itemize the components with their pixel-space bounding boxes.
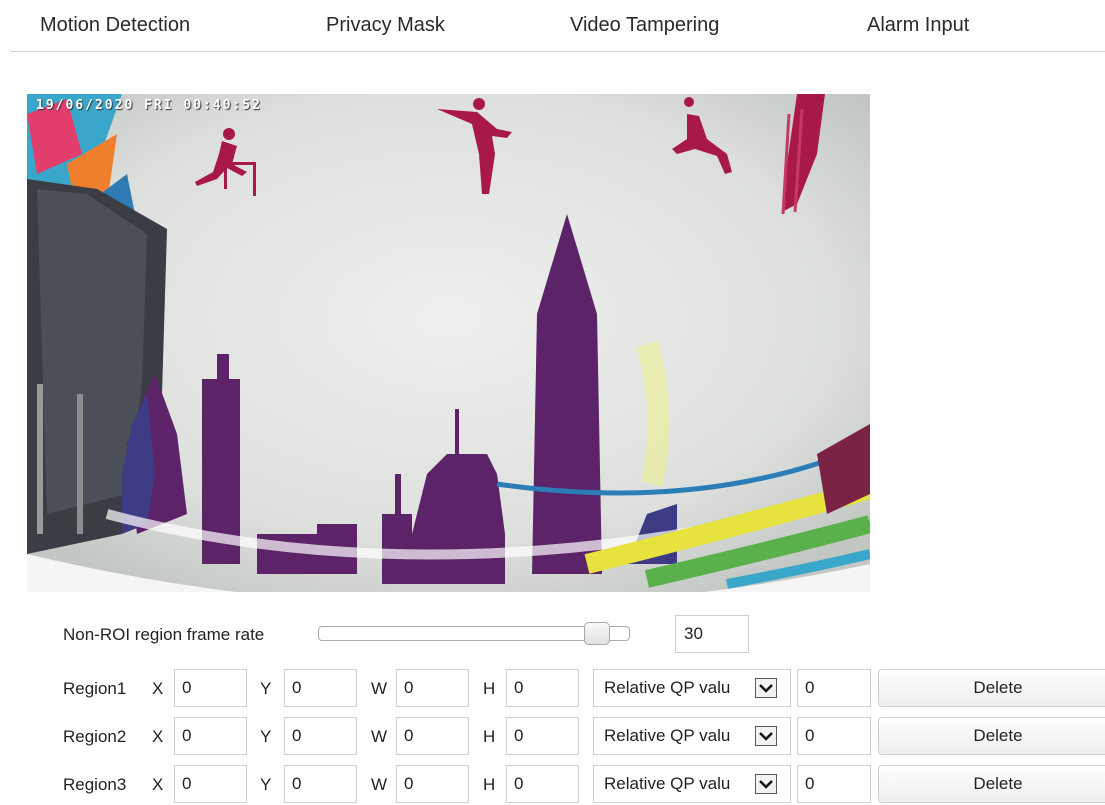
- region-x-input[interactable]: 0: [174, 765, 247, 803]
- h-label: H: [483, 727, 496, 746]
- tab-divider: [10, 51, 1105, 52]
- region-row: Region2 X 0 Y 0 W 0 H 0 Relative QP valu…: [0, 717, 1105, 757]
- qp-value-input[interactable]: 0: [797, 765, 871, 803]
- frame-rate-value[interactable]: 30: [675, 615, 749, 653]
- delete-button[interactable]: Delete: [878, 717, 1105, 755]
- region-w-input[interactable]: 0: [396, 669, 469, 707]
- region-h-input[interactable]: 0: [506, 765, 579, 803]
- region-row: Region3 X 0 Y 0 W 0 H 0 Relative QP valu…: [0, 765, 1105, 805]
- region-row: Region1 X 0 Y 0 W 0 H 0 Relative QP valu…: [0, 669, 1105, 709]
- tab-video-tampering[interactable]: Video Tampering: [570, 14, 719, 37]
- video-timestamp-overlay: 19/06/2020 FRI 00:40:52: [36, 98, 263, 113]
- region-y-input[interactable]: 0: [284, 717, 357, 755]
- w-label: W: [371, 679, 388, 698]
- h-label: H: [483, 679, 496, 698]
- region-h-input[interactable]: 0: [506, 669, 579, 707]
- tab-alarm-input[interactable]: Alarm Input: [867, 14, 969, 37]
- delete-button[interactable]: Delete: [878, 669, 1105, 707]
- x-label: X: [152, 727, 164, 746]
- region-y-input[interactable]: 0: [284, 669, 357, 707]
- w-label: W: [371, 775, 388, 794]
- region-h-input[interactable]: 0: [506, 717, 579, 755]
- region-x-input[interactable]: 0: [174, 669, 247, 707]
- frame-rate-slider[interactable]: [318, 622, 634, 645]
- qp-value-input[interactable]: 0: [797, 717, 871, 755]
- h-label: H: [483, 775, 496, 794]
- qp-mode-select[interactable]: Relative QP valu: [593, 717, 791, 755]
- qp-mode-select[interactable]: Relative QP valu: [593, 669, 791, 707]
- qp-mode-value: Relative QP valu: [604, 678, 731, 697]
- tab-motion-detection[interactable]: Motion Detection: [40, 14, 190, 37]
- frame-rate-label: Non-ROI region frame rate: [63, 625, 265, 644]
- chevron-down-icon[interactable]: [755, 774, 777, 794]
- w-label: W: [371, 727, 388, 746]
- video-preview[interactable]: 19/06/2020 FRI 00:40:52: [27, 94, 870, 592]
- region-label: Region3: [63, 775, 127, 794]
- region-y-input[interactable]: 0: [284, 765, 357, 803]
- region-w-input[interactable]: 0: [396, 717, 469, 755]
- y-label: Y: [260, 679, 272, 698]
- chevron-down-icon[interactable]: [755, 678, 777, 698]
- chevron-down-icon[interactable]: [755, 726, 777, 746]
- x-label: X: [152, 775, 164, 794]
- tab-bar: Motion Detection Privacy Mask Video Tamp…: [0, 0, 1105, 52]
- region-w-input[interactable]: 0: [396, 765, 469, 803]
- region-label: Region1: [63, 679, 127, 698]
- region-x-input[interactable]: 0: [174, 717, 247, 755]
- delete-button[interactable]: Delete: [878, 765, 1105, 803]
- qp-mode-value: Relative QP valu: [604, 726, 731, 745]
- tab-privacy-mask[interactable]: Privacy Mask: [326, 14, 445, 37]
- y-label: Y: [260, 775, 272, 794]
- camera-image: [27, 94, 870, 592]
- x-label: X: [152, 679, 164, 698]
- slider-handle[interactable]: [584, 622, 610, 645]
- region-label: Region2: [63, 727, 127, 746]
- qp-value-input[interactable]: 0: [797, 669, 871, 707]
- qp-mode-value: Relative QP valu: [604, 774, 731, 793]
- qp-mode-select[interactable]: Relative QP valu: [593, 765, 791, 803]
- y-label: Y: [260, 727, 272, 746]
